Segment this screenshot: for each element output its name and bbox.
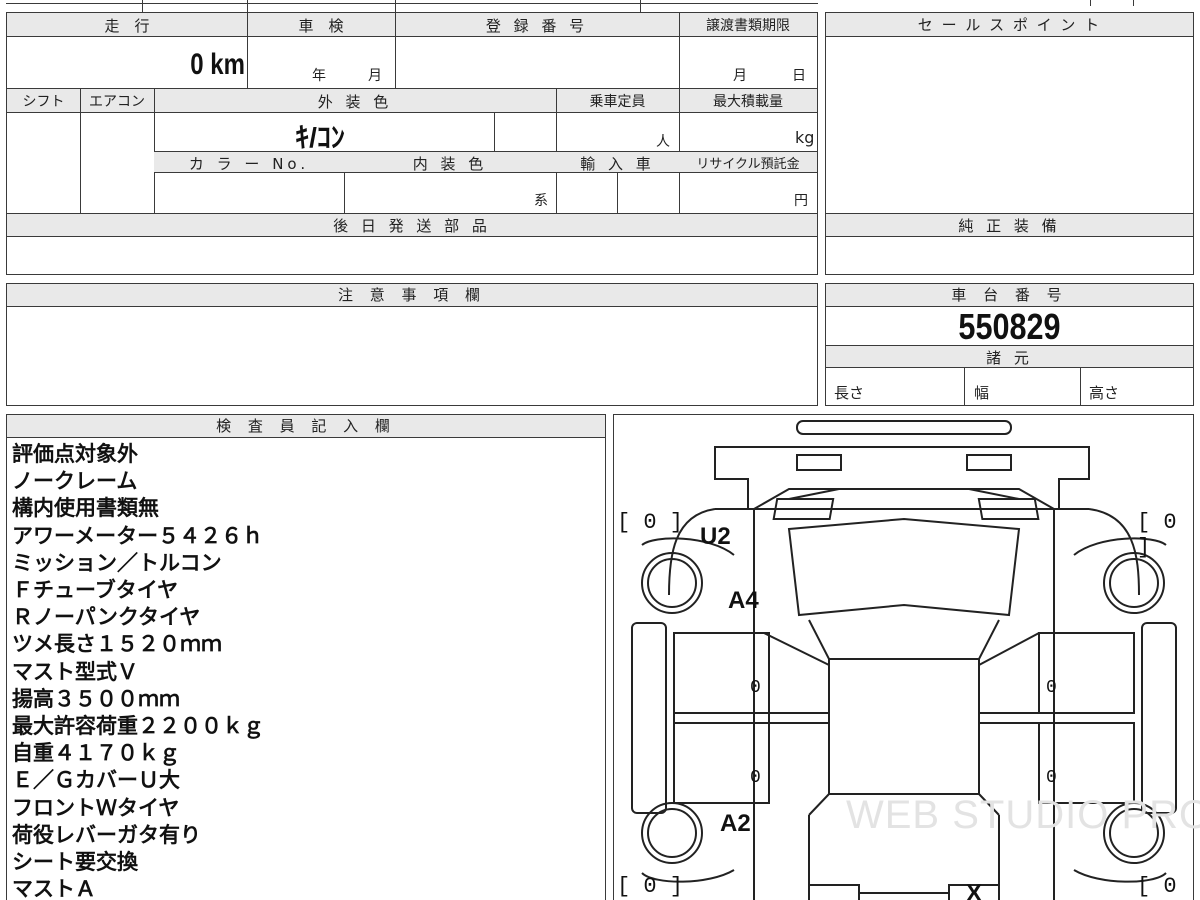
recycle-unit: 円	[794, 193, 808, 209]
capacity-label: 乗車定員	[589, 94, 646, 110]
transfer-day: 日	[792, 68, 806, 84]
inspector-note-line: 最大許容荷重２２００ｋｇ	[12, 714, 264, 739]
inspector-note-line: Ｆチューブタイヤ	[12, 578, 179, 603]
transfer-month: 月	[733, 68, 747, 84]
divider	[679, 13, 680, 88]
shift-label: シフト	[22, 94, 65, 110]
length-label: 長さ	[834, 384, 865, 402]
chassis-number: 550829	[958, 306, 1061, 347]
damage-mark-a4: A4	[728, 587, 759, 614]
inspector-note-line: Ｅ／ＧカバーＵ大	[12, 768, 180, 793]
genuine-equipment-label: 純 正 装 備	[958, 217, 1061, 235]
color-no-label: カ ラ ー No.	[188, 155, 310, 173]
caution-header: 注 意 事 項 欄	[7, 284, 817, 307]
mileage-value: 0 km	[190, 48, 245, 81]
tire-score-rear-left: [ 0 ]	[617, 874, 684, 899]
divider	[964, 368, 965, 406]
interior-color-suffix: 系	[534, 193, 548, 209]
inspector-note-line: 揚高３５００ｍｍ	[12, 686, 180, 711]
sales-point-header: セ ー ル ス ポ イ ン ト	[826, 13, 1193, 37]
transfer-deadline-label: 譲渡書類期限	[706, 18, 790, 34]
specs-label: 諸 元	[986, 349, 1033, 367]
inspector-note-line: マスト型式Ｖ	[12, 659, 138, 684]
interior-color-label: 内 装 色	[412, 155, 488, 173]
damage-mark-x: X	[966, 880, 983, 900]
watermark: WEB STUDIO PRO	[846, 793, 1200, 837]
top-edge-tick	[395, 0, 396, 12]
inspector-note-line: アワーメーター５４２６ｈ	[12, 523, 264, 548]
max-load-unit: kg	[795, 128, 815, 147]
divider	[494, 113, 495, 151]
top-edge-tick	[247, 0, 248, 12]
registration-label: 登 録 番 号	[485, 17, 589, 35]
divider	[395, 13, 396, 88]
height-label: 高さ	[1089, 384, 1120, 402]
top-edge-tick	[1090, 0, 1091, 6]
exterior-color-label: 外 装 色	[317, 93, 393, 111]
width-label: 幅	[974, 384, 990, 402]
inspector-note-line: シート要交換	[12, 850, 138, 875]
divider	[247, 13, 248, 88]
max-load-label: 最大積載量	[713, 94, 783, 110]
inspection-month: 月	[368, 68, 382, 84]
door-score-rear-right: 0	[1046, 768, 1057, 788]
tire-score-rear-right: [ 0 ]	[1137, 874, 1177, 900]
inspector-note-line: ノークレーム	[12, 469, 138, 494]
divider	[617, 173, 618, 213]
inspector-note-line: 評価点対象外	[12, 442, 138, 466]
exterior-color-value: ｷ/ｺﾝ	[295, 122, 345, 153]
door-score-rear-left: 0	[750, 768, 761, 788]
inspector-note-line: 荷役レバーガタ有り	[12, 822, 201, 847]
damage-diagram: WEB STUDIO PRO	[613, 414, 1200, 900]
divider	[1080, 368, 1081, 406]
tire-score-front-right: [ 0 ]	[1137, 510, 1177, 560]
import-label: 輸 入 車	[580, 155, 655, 173]
capacity-unit: 人	[656, 134, 670, 150]
damage-mark-u2: U2	[700, 523, 731, 550]
inspector-note-line: 構内使用書類無	[12, 496, 159, 521]
inspector-note-line: ミッション／トルコン	[12, 550, 222, 575]
door-score-front-right: 0	[1046, 678, 1057, 698]
inspector-note-line: マストＡ	[12, 877, 96, 900]
damage-mark-a2: A2	[720, 810, 751, 837]
recycle-label: リサイクル預託金	[696, 157, 800, 172]
inspector-note-line: ツメ長さ１５２０ｍｍ	[12, 632, 222, 657]
inspector-notes: 評価点対象外 ノークレーム 構内使用書類無 アワーメーター５４２６ｈ ミッション／トルコ…	[12, 441, 602, 900]
top-edge-tick	[1133, 0, 1134, 6]
inspection-year: 年	[312, 68, 326, 84]
inspector-header: 検 査 員 記 入 欄	[7, 415, 605, 438]
inspector-note-line: フロントＷタイヤ	[12, 795, 180, 820]
tire-score-front-left: [ 0 ]	[617, 510, 684, 535]
inspector-note-line: Ｒノーパンクタイヤ	[12, 605, 201, 630]
divider	[80, 88, 81, 213]
inspection-label: 車 検	[298, 17, 344, 35]
aircon-label: エアコン	[89, 94, 145, 110]
top-edge-line	[6, 3, 818, 4]
later-parts-label: 後 日 発 送 部 品	[333, 217, 491, 235]
mileage-label: 走 行	[104, 17, 150, 35]
inspector-note-line: 自重４１７０ｋｇ	[12, 741, 180, 766]
top-edge-tick	[142, 0, 143, 12]
top-edge-tick	[640, 0, 641, 12]
chassis-header: 車 台 番 号	[826, 284, 1193, 307]
door-score-front-left: 0	[750, 678, 761, 698]
